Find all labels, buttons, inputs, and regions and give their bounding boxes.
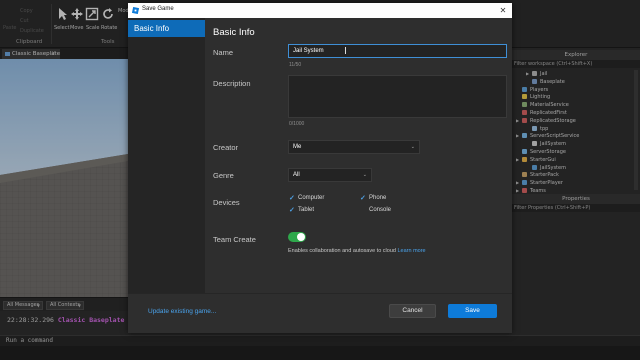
- checkmark-icon: ✓: [360, 195, 366, 202]
- device-console-label: Console: [369, 207, 392, 213]
- creator-label: Creator: [213, 143, 239, 152]
- creator-dropdown[interactable]: Me ⌄: [288, 140, 420, 154]
- chevron-down-icon: ⌄: [362, 172, 367, 178]
- save-button[interactable]: Save: [448, 304, 497, 318]
- device-computer-checkbox[interactable]: ✓ Computer: [289, 194, 325, 203]
- close-icon[interactable]: ✕: [497, 4, 509, 17]
- creator-value: Me: [293, 144, 302, 150]
- device-console-checkbox[interactable]: Console: [369, 206, 391, 215]
- device-computer-label: Computer: [298, 195, 325, 201]
- name-input[interactable]: Jail System: [288, 44, 507, 58]
- learn-more-link[interactable]: Learn more: [397, 248, 425, 254]
- genre-value: All: [293, 172, 300, 178]
- chevron-down-icon: ⌄: [410, 144, 415, 150]
- checkmark-icon: ✓: [289, 195, 295, 202]
- team-create-label: Team Create: [213, 235, 256, 244]
- device-phone-label: Phone: [369, 195, 387, 201]
- genre-label: Genre: [213, 171, 234, 180]
- dialog-titlebar[interactable]: Save Game ✕: [128, 3, 512, 18]
- sidebar-item-basic-info[interactable]: Basic Info: [128, 20, 205, 37]
- update-existing-game-link[interactable]: Update existing game...: [148, 308, 216, 315]
- description-textarea[interactable]: [288, 75, 507, 118]
- device-tablet-label: Tablet: [298, 207, 315, 213]
- section-heading: Basic Info: [213, 27, 255, 38]
- team-create-help: Enables collaboration and autosave to cl…: [288, 248, 426, 254]
- dialog-footer: Update existing game... Cancel Save: [128, 293, 512, 333]
- text-cursor: [345, 47, 346, 54]
- genre-dropdown[interactable]: All ⌄: [288, 168, 372, 182]
- save-game-dialog: Save Game ✕ Basic Info Basic Info Name J…: [128, 3, 512, 333]
- name-label: Name: [213, 48, 234, 57]
- dialog-content: Basic Info Name Jail System 11/50 Descri…: [205, 18, 512, 333]
- description-char-count: 0/1000: [289, 121, 305, 127]
- device-phone-checkbox[interactable]: ✓ Phone: [360, 194, 387, 203]
- name-char-count: 11/50: [289, 62, 302, 68]
- dialog-title: Save Game: [142, 6, 174, 12]
- device-tablet-checkbox[interactable]: ✓ Tablet: [289, 206, 315, 215]
- studio-logo-icon: [132, 7, 139, 14]
- toggle-knob: [297, 233, 305, 241]
- team-create-toggle[interactable]: [288, 232, 306, 242]
- devices-label: Devices: [213, 198, 240, 207]
- team-create-help-text: Enables collaboration and autosave to cl…: [288, 248, 396, 254]
- cancel-button[interactable]: Cancel: [389, 304, 436, 318]
- dialog-sidebar: Basic Info: [128, 18, 205, 333]
- description-label: Description: [213, 79, 251, 88]
- checkmark-icon: ✓: [289, 207, 295, 214]
